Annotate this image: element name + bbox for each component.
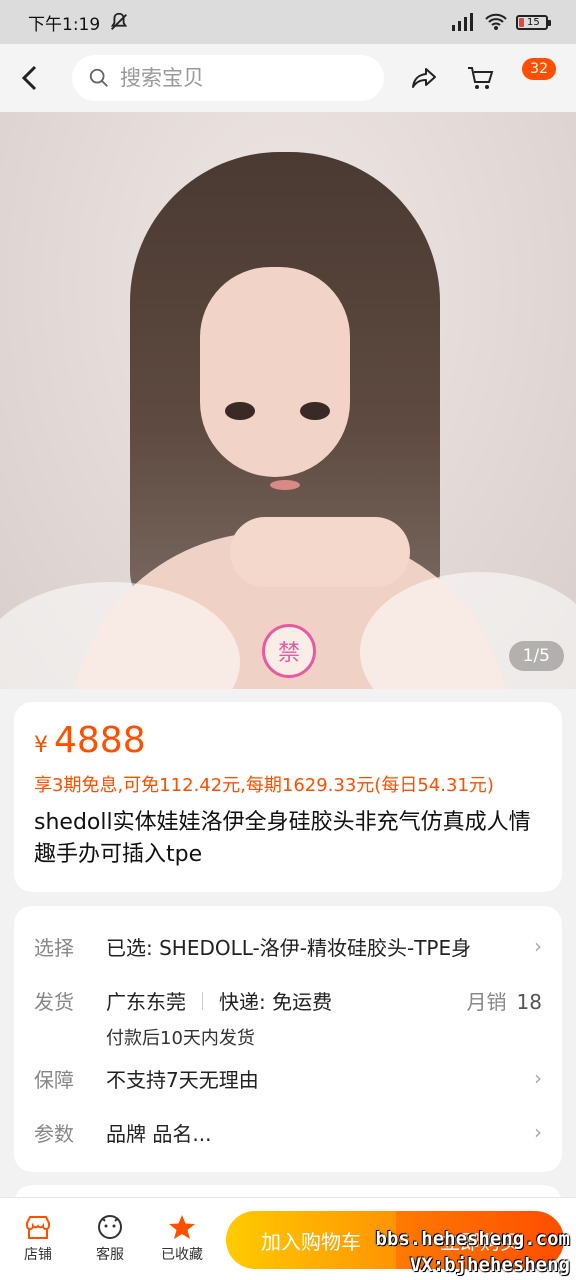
chat-face-icon <box>98 1215 122 1239</box>
wifi-icon <box>485 13 507 30</box>
product-image[interactable]: 禁 1/5 <box>0 112 576 689</box>
price-value: 4888 <box>54 720 146 761</box>
store-label: 店铺 <box>24 1247 52 1263</box>
params-value: 品牌 品名... <box>106 1122 212 1146</box>
battery-icon: 15 <box>516 14 551 30</box>
shipping-label: 发货 <box>34 990 74 1014</box>
top-bar: 32 <box>0 44 576 112</box>
params-row[interactable]: 参数 品牌 品名... › <box>34 1108 542 1162</box>
more-button[interactable]: 32 <box>508 50 564 106</box>
hands-shape <box>230 517 410 587</box>
guarantee-label: 保障 <box>34 1068 74 1092</box>
guarantee-row[interactable]: 保障 不支持7天无理由 › <box>34 1054 542 1108</box>
eye-right <box>300 402 330 420</box>
price: ¥ 4888 <box>34 720 542 761</box>
sales-value: 18 <box>516 990 542 1014</box>
mute-icon <box>111 12 128 30</box>
installment-info: 享3期免息,可免112.42元,每期1629.33元(每日54.31元) <box>34 775 494 796</box>
image-counter: 1/5 <box>508 641 564 671</box>
chevron-left-icon <box>21 65 37 91</box>
back-button[interactable] <box>0 48 60 108</box>
service-button[interactable]: 客服 <box>74 1214 146 1264</box>
guarantee-value: 不支持7天无理由 <box>106 1068 259 1092</box>
currency-symbol: ¥ <box>34 733 48 758</box>
select-label: 选择 <box>34 936 74 960</box>
chevron-right-icon: › <box>534 934 542 958</box>
price-card: ¥ 4888 享3期免息,可免112.42元,每期1629.33元(每日54.3… <box>14 702 562 892</box>
select-row[interactable]: 选择 已选: SHEDOLL-洛伊-精妆硅胶头-TPE身 › <box>34 922 542 976</box>
search-bar[interactable] <box>72 55 384 101</box>
chevron-right-icon: › <box>534 1066 542 1090</box>
lips-shape <box>270 480 300 490</box>
share-button[interactable] <box>396 50 452 106</box>
favorite-button[interactable]: 已收藏 <box>146 1214 218 1264</box>
divider <box>202 991 203 1010</box>
signal-icon <box>452 13 473 31</box>
face-shape <box>200 267 350 477</box>
star-icon <box>169 1215 195 1239</box>
cart-icon <box>468 67 494 89</box>
search-input[interactable] <box>118 65 362 91</box>
details-card: 选择 已选: SHEDOLL-洛伊-精妆硅胶头-TPE身 › 发货 广东东莞 快… <box>14 906 562 1172</box>
product-title: shedoll实体娃娃洛伊全身硅胶头非充气仿真成人情趣手办可插入tpe <box>34 810 531 867</box>
store-button[interactable]: 店铺 <box>2 1214 74 1264</box>
watermark-line2: VX:bjhehesheng <box>409 1254 570 1276</box>
favorite-label: 已收藏 <box>161 1247 203 1263</box>
search-icon <box>89 68 108 87</box>
censor-stamp: 禁 <box>262 624 316 678</box>
eye-left <box>225 402 255 420</box>
sales-label: 月销 <box>466 990 507 1014</box>
select-value: 已选: SHEDOLL-洛伊-精妆硅胶头-TPE身 <box>106 936 472 960</box>
chevron-right-icon: › <box>534 1120 542 1144</box>
params-label: 参数 <box>34 1122 74 1146</box>
battery-level: 15 <box>527 16 540 28</box>
share-icon <box>412 68 436 88</box>
watermark-line1: bbs.hehesheng.com <box>375 1228 570 1250</box>
cart-count-badge: 32 <box>522 58 556 80</box>
status-time: 下午1:19 <box>28 14 101 35</box>
store-icon <box>26 1216 50 1239</box>
service-label: 客服 <box>96 1247 124 1263</box>
shipping-row: 发货 广东东莞 快递: 免运费 月销 18 <box>34 976 542 1030</box>
ship-origin: 广东东莞 <box>106 990 186 1014</box>
status-bar: 下午1:19 15 <box>0 0 576 44</box>
monthly-sales: 月销 18 <box>467 986 542 1015</box>
cart-button[interactable] <box>452 50 508 106</box>
ship-express: 快递: 免运费 <box>219 990 333 1014</box>
